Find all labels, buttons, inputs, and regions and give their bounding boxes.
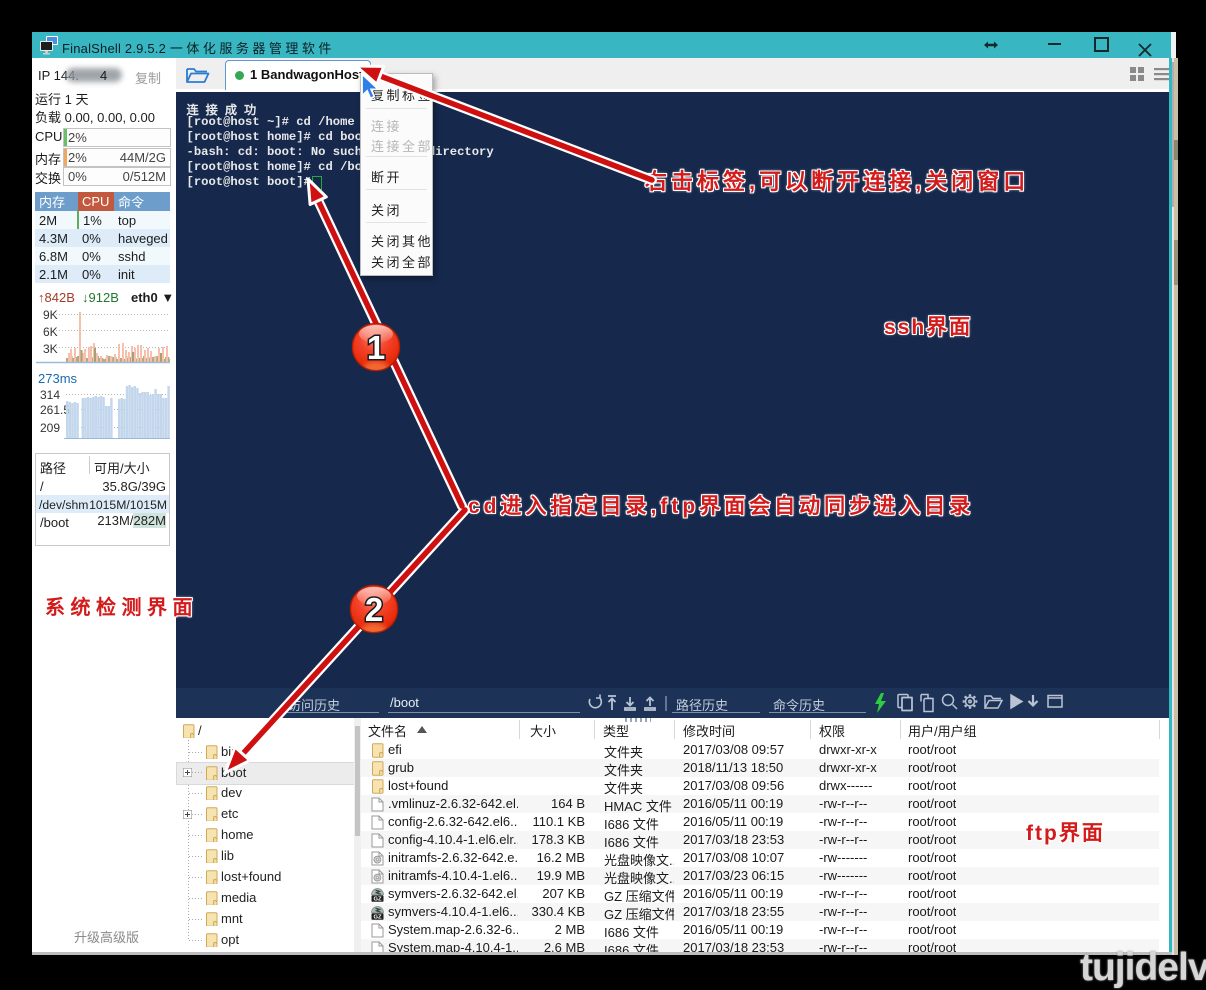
svg-text:1: 1 — [367, 329, 385, 366]
svg-text:2: 2 — [365, 591, 383, 628]
